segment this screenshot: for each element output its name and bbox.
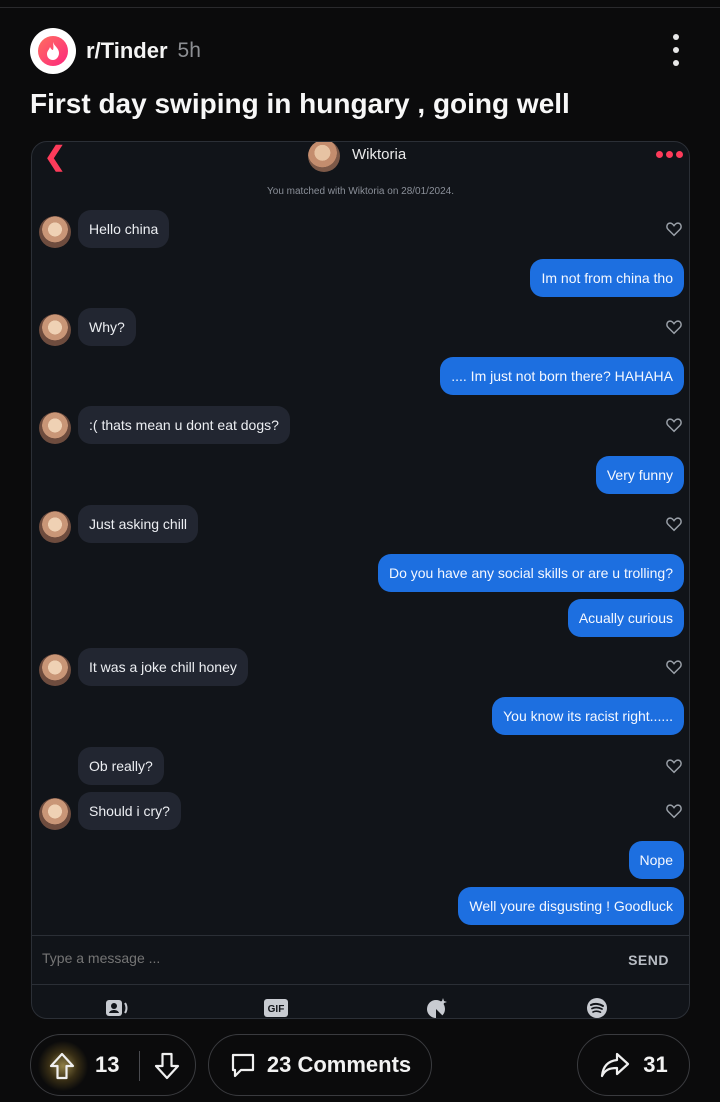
sender-avatar: [39, 216, 71, 248]
downvote-arrow-icon[interactable]: [153, 1051, 181, 1081]
share-count: 31: [643, 1052, 668, 1077]
message-outgoing: .... Im just not born there? HAHAHA: [440, 357, 684, 395]
message-incoming: Hello china: [78, 210, 170, 248]
match-note: You matched with Wiktoria on 28/01/2024.: [267, 186, 454, 197]
share-arrow-icon: [601, 1052, 630, 1078]
chat-header: ❮ Wiktoria: [32, 142, 689, 172]
match-avatar: [308, 142, 340, 172]
toolbar-divider: [32, 984, 689, 985]
share-button[interactable]: 31: [577, 1034, 690, 1096]
subreddit-avatar[interactable]: [30, 28, 76, 74]
post-age: 5h: [177, 39, 201, 62]
message-incoming: Why?: [78, 308, 136, 346]
like-heart-icon: [666, 222, 682, 237]
message-outgoing: Do you have any social skills or are u t…: [377, 554, 684, 592]
top-divider: [0, 0, 720, 8]
tinder-flame-icon: [38, 36, 68, 66]
gif-icon[interactable]: GIF: [263, 997, 289, 1019]
message-incoming: Just asking chill: [78, 505, 199, 543]
svg-text:GIF: GIF: [268, 1004, 285, 1015]
message-incoming: :( thats mean u dont eat dogs?: [78, 406, 290, 444]
send-button[interactable]: SEND: [628, 952, 669, 968]
message-incoming: Should i cry?: [78, 792, 181, 830]
upvote-arrow-icon[interactable]: [48, 1051, 76, 1081]
message-incoming: Ob really?: [78, 747, 164, 785]
back-chevron-icon: ❮: [44, 141, 66, 171]
contact-card-icon[interactable]: [104, 997, 130, 1019]
like-heart-icon: [666, 320, 682, 335]
chat-options-icon: [656, 151, 683, 158]
sender-avatar: [39, 654, 71, 686]
sender-avatar: [39, 314, 71, 346]
subreddit-name[interactable]: r/Tinder: [86, 38, 168, 64]
like-heart-icon: [666, 418, 682, 433]
message-outgoing: Nope: [628, 841, 684, 879]
sender-avatar: [39, 412, 71, 444]
message-input[interactable]: [42, 950, 492, 966]
vote-control: 13: [30, 1034, 196, 1096]
message-outgoing: Well youre disgusting ! Goodluck: [458, 887, 684, 925]
message-outgoing: You know its racist right......: [492, 697, 684, 735]
chat-screenshot[interactable]: ❮ Wiktoria You matched with Wiktoria on …: [31, 141, 690, 1019]
more-options-icon[interactable]: [672, 34, 680, 66]
message-incoming: It was a joke chill honey: [78, 648, 248, 686]
message-outgoing: Im not from china tho: [530, 259, 684, 297]
spotify-icon[interactable]: [584, 997, 610, 1019]
message-outgoing: Very funny: [595, 456, 684, 494]
sticker-sparkle-icon[interactable]: [424, 997, 450, 1019]
match-name: Wiktoria: [352, 146, 407, 163]
sender-avatar: [39, 798, 71, 830]
composer-divider: [32, 935, 689, 936]
like-heart-icon: [666, 660, 682, 675]
comments-label: 23 Comments: [266, 1052, 412, 1077]
like-heart-icon: [666, 517, 682, 532]
comment-bubble-icon: [231, 1053, 254, 1078]
post-title: First day swiping in hungary , going wel…: [30, 88, 570, 119]
comments-button[interactable]: 23 Comments: [208, 1034, 432, 1096]
like-heart-icon: [666, 804, 682, 819]
post-header: r/Tinder 5h: [30, 28, 201, 74]
vote-count: 13: [95, 1052, 120, 1077]
sender-avatar: [39, 511, 71, 543]
like-heart-icon: [666, 759, 682, 774]
vote-separator: [139, 1051, 140, 1081]
post-actions: 13 23 Comments 31: [0, 1034, 720, 1098]
message-outgoing: Acually curious: [567, 599, 684, 637]
